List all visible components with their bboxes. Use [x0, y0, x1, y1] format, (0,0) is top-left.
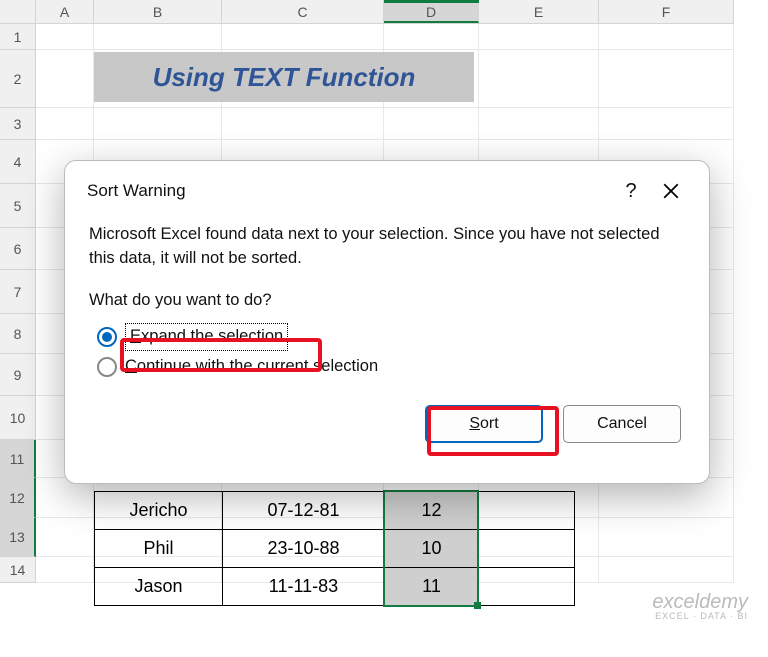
row-headers: 1234567891011121314: [0, 24, 36, 583]
row-header[interactable]: 13: [0, 518, 36, 557]
cell-month[interactable]: 11: [385, 568, 479, 606]
cell[interactable]: [384, 108, 479, 140]
cell[interactable]: [94, 108, 222, 140]
table-row: Phil 23-10-88 10: [95, 530, 575, 568]
column-header[interactable]: C: [222, 0, 384, 23]
cell[interactable]: [384, 24, 479, 50]
cell[interactable]: [36, 557, 94, 583]
column-header[interactable]: D: [384, 0, 479, 23]
row-header[interactable]: 5: [0, 184, 36, 228]
cell-month[interactable]: 12: [385, 492, 479, 530]
watermark-brand: exceldemy: [652, 592, 748, 612]
column-header[interactable]: F: [599, 0, 734, 23]
cell[interactable]: [599, 24, 734, 50]
column-headers: ABCDEF: [0, 0, 734, 24]
sort-warning-dialog: Sort Warning ? Microsoft Excel found dat…: [64, 160, 710, 484]
row-header[interactable]: 8: [0, 314, 36, 354]
sort-button[interactable]: Sort: [425, 405, 543, 443]
cell[interactable]: [94, 24, 222, 50]
radio-label: Continue with the current selection: [125, 355, 378, 379]
cell-name[interactable]: Jason: [95, 568, 223, 606]
table-row: Jericho 07-12-81 12: [95, 492, 575, 530]
cell[interactable]: [36, 478, 94, 518]
dialog-prompt: What do you want to do?: [89, 289, 685, 313]
cell[interactable]: [36, 24, 94, 50]
column-header[interactable]: B: [94, 0, 222, 23]
radio-icon: [97, 327, 117, 347]
column-header[interactable]: E: [479, 0, 599, 23]
row-header[interactable]: 9: [0, 354, 36, 396]
cell[interactable]: [599, 478, 734, 518]
close-button[interactable]: [651, 175, 691, 207]
cancel-button[interactable]: Cancel: [563, 405, 681, 443]
cell-date[interactable]: 23-10-88: [223, 530, 385, 568]
active-column-indicator: [384, 0, 479, 3]
dialog-button-row: Sort Cancel: [65, 391, 709, 461]
radio-label: Expand the selection: [125, 323, 288, 351]
row-header[interactable]: 7: [0, 270, 36, 314]
cell-date[interactable]: 07-12-81: [223, 492, 385, 530]
select-all-corner[interactable]: [0, 0, 36, 23]
radio-expand-selection[interactable]: Expand the selection: [97, 323, 685, 351]
cell[interactable]: [222, 24, 384, 50]
row-header[interactable]: 4: [0, 140, 36, 184]
row-header[interactable]: 11: [0, 440, 36, 478]
radio-icon: [97, 357, 117, 377]
cell-date[interactable]: 11-11-83: [223, 568, 385, 606]
cell-name[interactable]: Phil: [95, 530, 223, 568]
row-header[interactable]: 1: [0, 24, 36, 50]
cell[interactable]: [599, 557, 734, 583]
row-header[interactable]: 6: [0, 228, 36, 270]
row-header[interactable]: 14: [0, 557, 36, 583]
cell[interactable]: [36, 108, 94, 140]
dialog-message: Microsoft Excel found data next to your …: [89, 223, 685, 271]
row-header[interactable]: 12: [0, 478, 36, 518]
radio-continue-current[interactable]: Continue with the current selection: [97, 355, 685, 379]
dialog-title: Sort Warning: [87, 181, 611, 201]
watermark-sub: EXCEL · DATA · BI: [652, 612, 748, 621]
cell[interactable]: [36, 50, 94, 108]
table-row: Jason 11-11-83 11: [95, 568, 575, 606]
cell[interactable]: [222, 108, 384, 140]
cell-month[interactable]: 10: [385, 530, 479, 568]
cell-empty[interactable]: [479, 568, 575, 606]
title-banner: Using TEXT Function: [94, 52, 474, 102]
cell[interactable]: [599, 108, 734, 140]
cell[interactable]: [479, 24, 599, 50]
watermark: exceldemy EXCEL · DATA · BI: [652, 592, 748, 621]
cell[interactable]: [36, 518, 94, 557]
help-button[interactable]: ?: [611, 175, 651, 207]
cell-empty[interactable]: [479, 530, 575, 568]
row-header[interactable]: 3: [0, 108, 36, 140]
row-header[interactable]: 10: [0, 396, 36, 440]
cell-empty[interactable]: [479, 492, 575, 530]
cell[interactable]: [599, 518, 734, 557]
column-header[interactable]: A: [36, 0, 94, 23]
close-icon: [662, 182, 680, 200]
dialog-titlebar: Sort Warning ?: [65, 161, 709, 211]
cell-name[interactable]: Jericho: [95, 492, 223, 530]
cell[interactable]: [599, 50, 734, 108]
row-header[interactable]: 2: [0, 50, 36, 108]
cell[interactable]: [479, 108, 599, 140]
data-table: Jericho 07-12-81 12 Phil 23-10-88 10 Jas…: [94, 491, 575, 606]
cell[interactable]: [479, 50, 599, 108]
